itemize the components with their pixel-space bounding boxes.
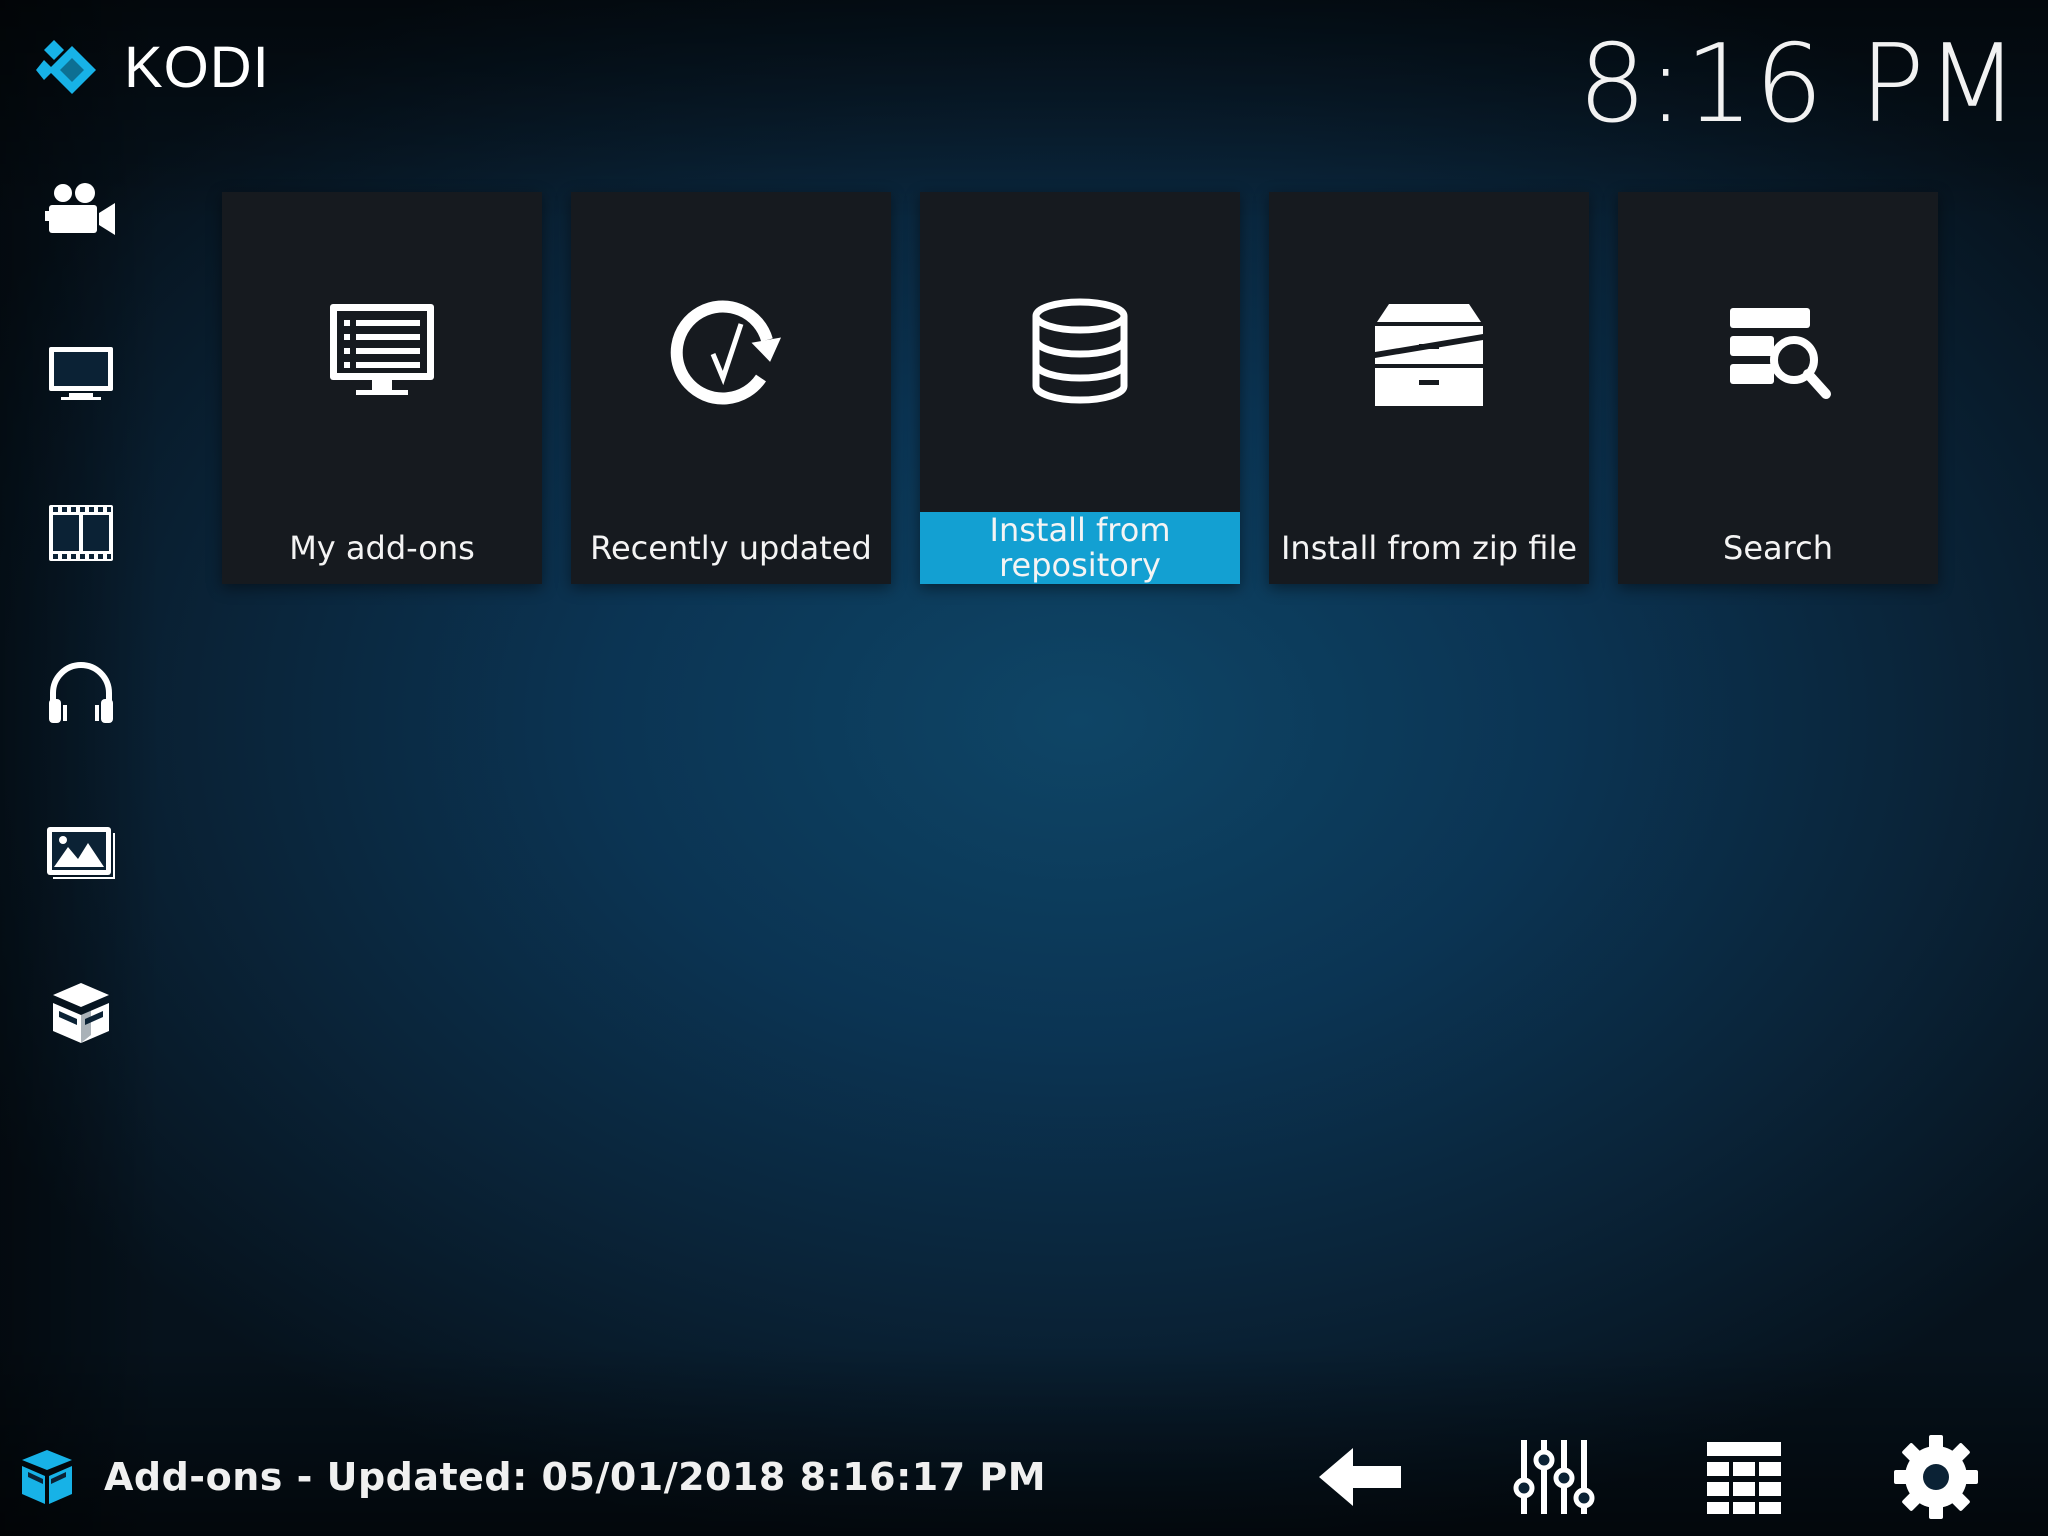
refresh-check-icon	[670, 300, 782, 405]
sidebar-item-music[interactable]	[38, 650, 124, 736]
archive-drawer-icon	[1375, 304, 1483, 406]
tile-label: Search	[1723, 528, 1833, 567]
sidebar-item-videos[interactable]	[38, 490, 124, 576]
search-list-icon	[1730, 308, 1831, 399]
sidebar-item-add-ons[interactable]	[38, 970, 124, 1056]
database-icon	[1032, 298, 1128, 404]
clock: 8:16 PM	[1577, 22, 2020, 147]
pictures-icon	[47, 827, 115, 879]
headphones-icon	[49, 662, 113, 723]
tile-install-from-zip-file[interactable]: Install from zip file	[1269, 192, 1589, 584]
tile-recently-updated[interactable]: Recently updated	[571, 192, 891, 584]
addons-box-icon	[53, 983, 109, 1043]
sidebar-item-movies[interactable]	[38, 170, 124, 256]
sliders-icon	[1513, 1440, 1595, 1514]
view-options-button[interactable]	[1696, 1432, 1792, 1522]
tile-install-from-repository[interactable]: Install from repository	[920, 192, 1240, 584]
settings-button[interactable]	[1888, 1432, 1984, 1522]
logo-text: KODI	[124, 35, 270, 100]
sidebar-item-tv[interactable]	[38, 330, 124, 416]
status-bar: Add-ons - Updated: 05/01/2018 8:16:17 PM	[14, 1444, 1046, 1510]
tv-icon	[49, 347, 113, 400]
monitor-list-icon	[330, 304, 434, 395]
tile-label: My add-ons	[289, 528, 475, 567]
camera-icon	[45, 183, 115, 235]
sidebar-item-pictures[interactable]	[38, 810, 124, 896]
tile-label: Install from repository	[920, 512, 1240, 584]
grid-view-icon	[1707, 1442, 1781, 1514]
tile-label: Install from zip file	[1280, 528, 1578, 567]
kodi-logo-icon	[36, 39, 96, 94]
film-icon	[49, 505, 113, 561]
tile-label: Recently updated	[590, 528, 872, 567]
back-button[interactable]	[1312, 1432, 1408, 1522]
status-text: Add-ons - Updated: 05/01/2018 8:16:17 PM	[104, 1455, 1047, 1499]
back-arrow-icon	[1319, 1448, 1401, 1506]
tile-search[interactable]: Search	[1618, 192, 1938, 584]
filter-button[interactable]	[1504, 1432, 1600, 1522]
kodi-logo: KODI	[34, 34, 270, 101]
tile-my-add-ons[interactable]: My add-ons	[222, 192, 542, 584]
addons-box-icon	[22, 1450, 72, 1504]
gear-icon	[1894, 1435, 1978, 1519]
